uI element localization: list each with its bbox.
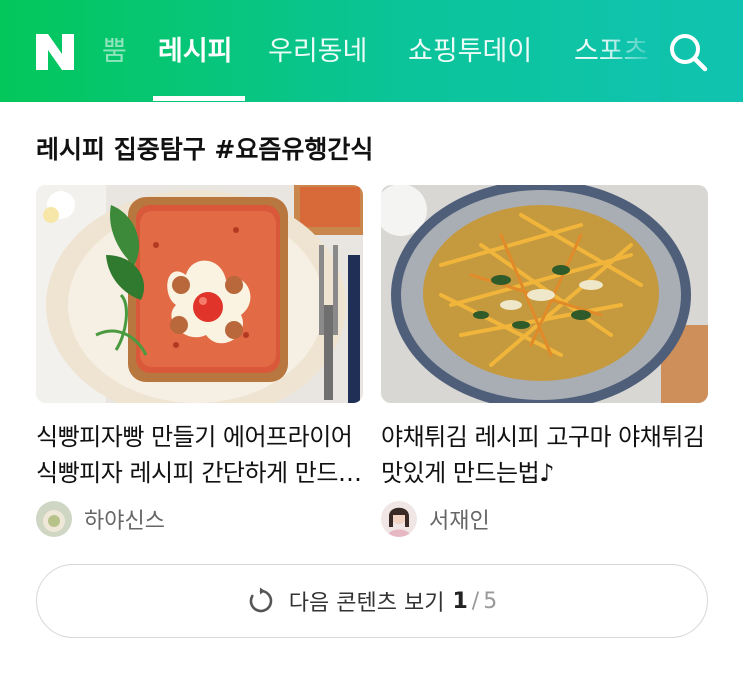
tab-shopping-today[interactable]: 쇼핑투데이 [408,34,532,70]
top-navigation-bar: 뿜 레시피 우리동네 쇼핑투데이 스포츠 [0,0,743,102]
author-avatar [36,501,72,537]
recipe-card[interactable]: 식빵피자빵 만들기 에어프라이어 식빵피자 레시피 간단하게 만드는 법 하야신… [36,185,363,537]
recipe-card-title[interactable]: 야채튀김 레시피 고구마 야채튀김 맛있게 만드는법♪ [381,419,708,491]
refresh-icon [249,587,273,613]
recipe-thumbnail-vegetable-fritter[interactable] [381,185,708,403]
recipe-card[interactable]: 야채튀김 레시피 고구마 야채튀김 맛있게 만드는법♪ 서재인 [381,185,708,537]
next-content-button[interactable]: 다음 콘텐츠 보기 1 / 5 [36,564,708,638]
page-separator: / [471,588,480,614]
next-content-label: 다음 콘텐츠 보기 [288,591,445,616]
tab-recipe[interactable]: 레시피 [158,34,233,70]
search-icon[interactable] [666,30,710,74]
recipe-author[interactable]: 서재인 [381,501,708,537]
category-tabs: 뿜 레시피 우리동네 쇼핑투데이 스포츠 [100,0,660,102]
author-avatar [381,501,417,537]
recipe-card-title[interactable]: 식빵피자빵 만들기 에어프라이어 식빵피자 레시피 간단하게 만드는 법 [36,419,363,491]
author-name: 하야신스 [84,509,165,534]
tabs-fade-overlay [600,0,660,102]
author-name: 서재인 [429,509,490,534]
naver-logo[interactable] [34,32,76,72]
recipe-thumbnail-pizza-toast[interactable] [36,185,363,403]
current-page: 1 [452,588,468,614]
section-title: 레시피 집중탐구 #요즘유행간식 [36,135,374,164]
total-pages: 5 [483,588,498,614]
tab-bbum[interactable]: 뿜 [102,34,127,70]
active-tab-indicator [153,96,245,101]
recipe-author[interactable]: 하야신스 [36,501,363,537]
tab-neighborhood[interactable]: 우리동네 [268,34,367,70]
